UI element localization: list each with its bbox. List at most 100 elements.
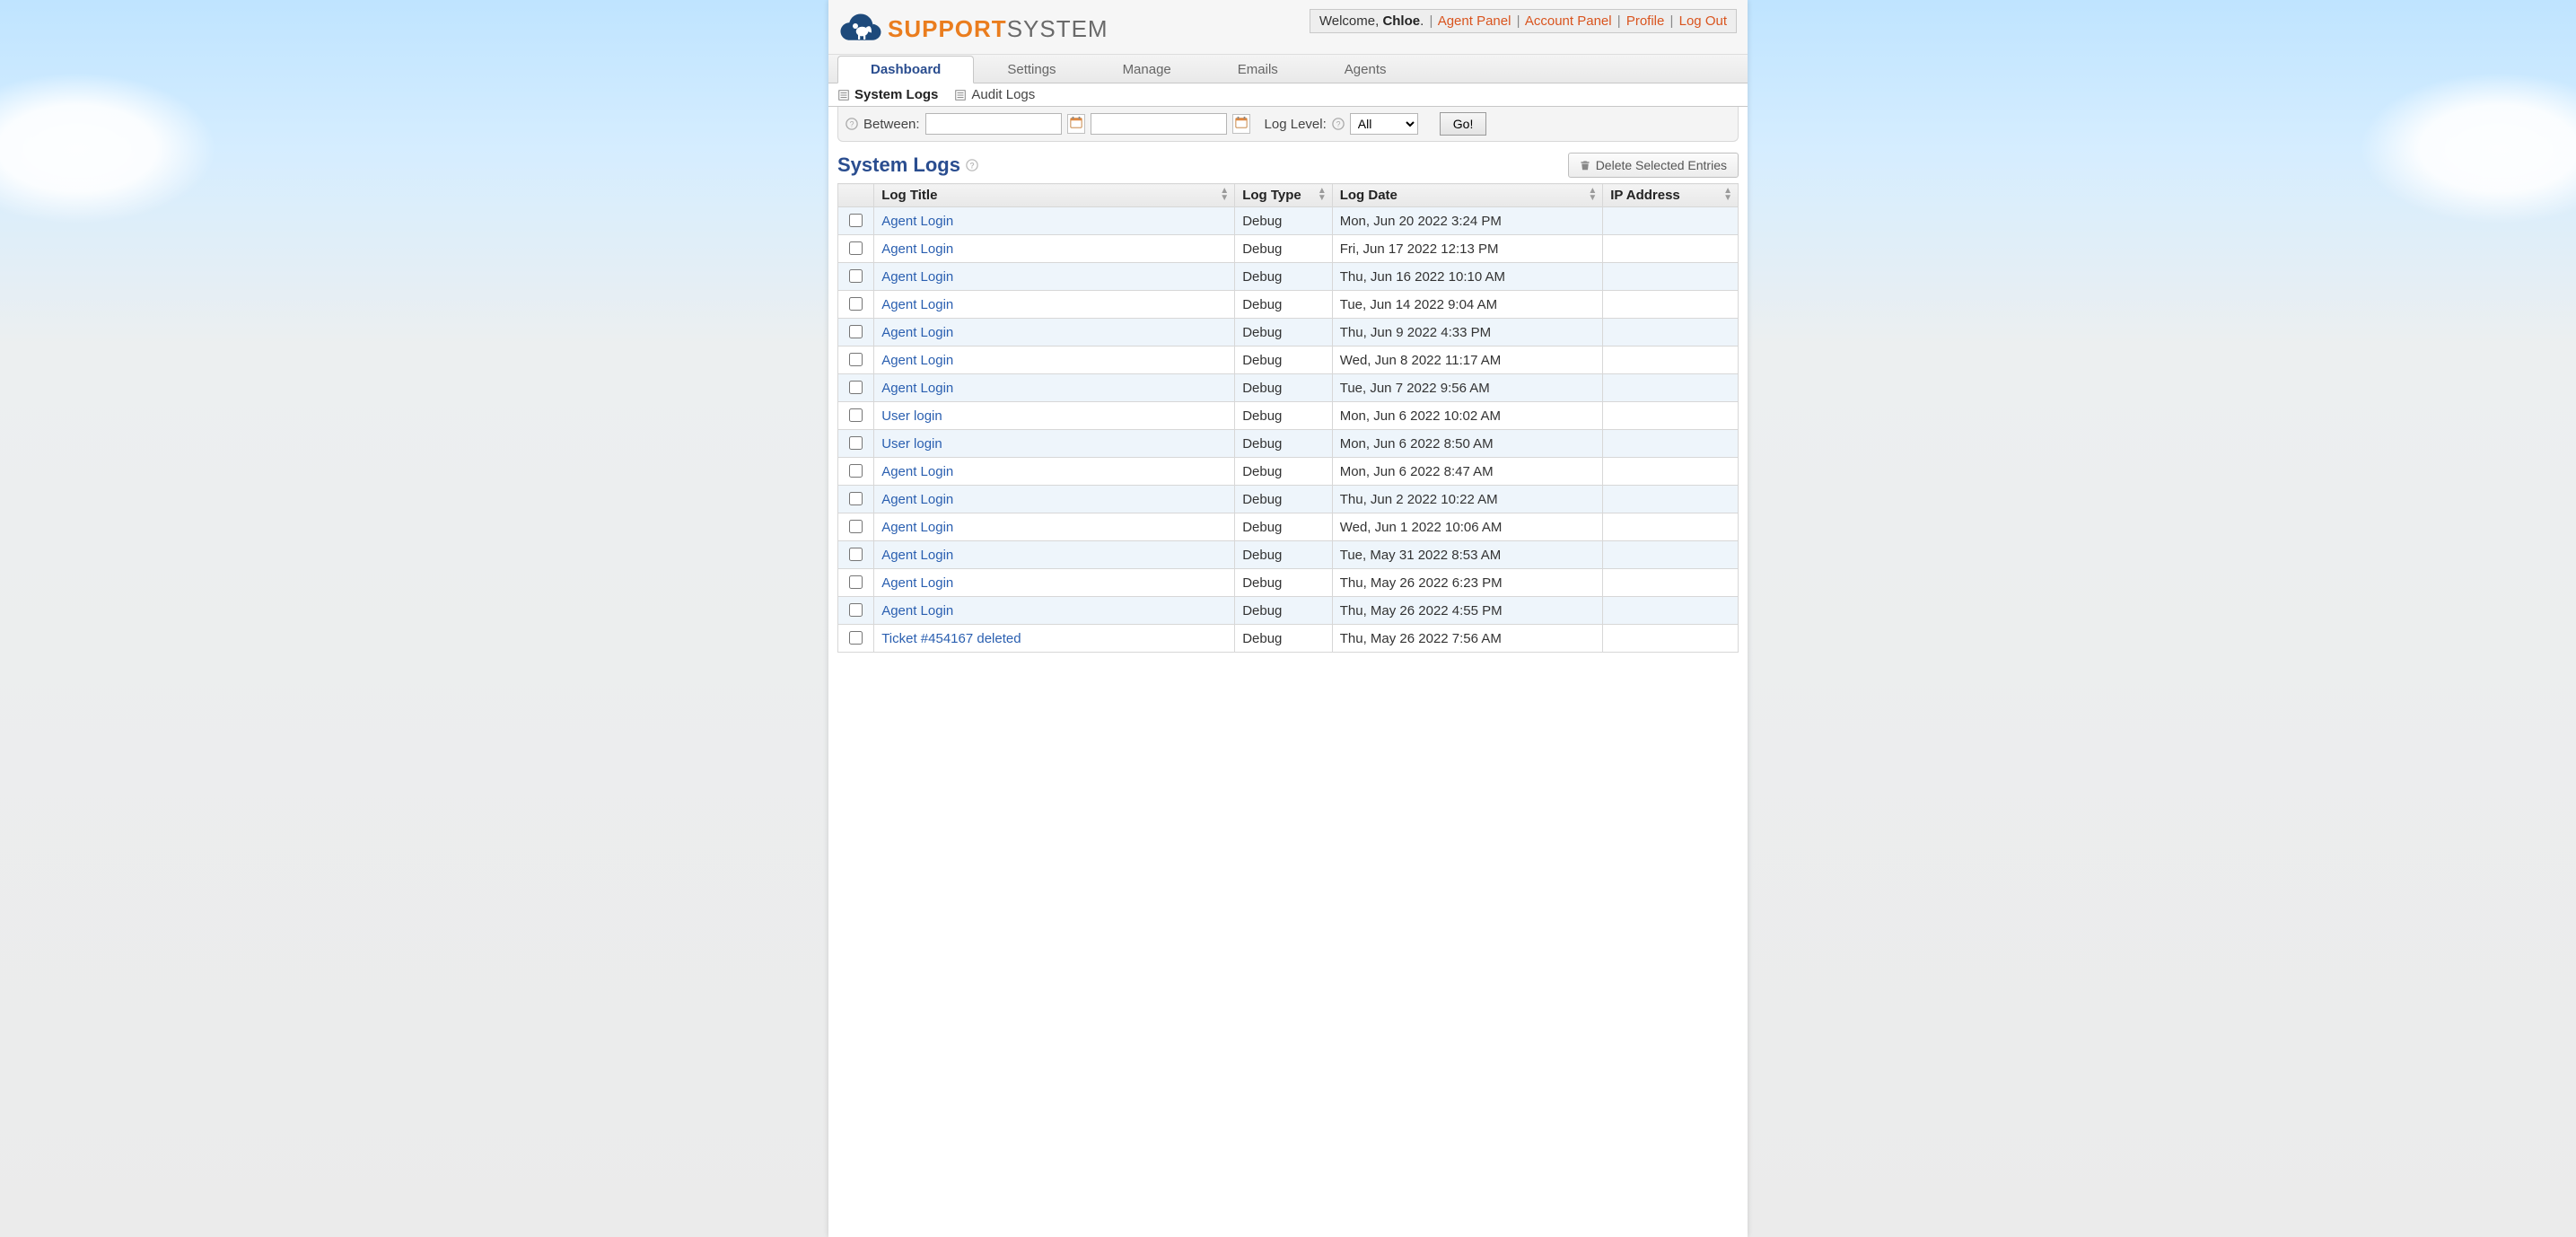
row-title-cell: Agent Login [874, 291, 1235, 319]
row-checkbox[interactable] [849, 269, 863, 283]
welcome-username: Chloe [1382, 13, 1420, 29]
log-title-link[interactable]: Agent Login [881, 492, 953, 507]
subtab-system-logs[interactable]: System Logs [837, 87, 938, 102]
row-checkbox[interactable] [849, 492, 863, 505]
row-checkbox[interactable] [849, 548, 863, 561]
log-title-link[interactable]: Agent Login [881, 269, 953, 285]
row-checkbox[interactable] [849, 631, 863, 645]
row-type-cell: Debug [1235, 430, 1333, 458]
logo-text-system: SYSTEM [1007, 15, 1108, 42]
row-checkbox[interactable] [849, 325, 863, 338]
row-ip-cell [1603, 235, 1739, 263]
row-checkbox[interactable] [849, 408, 863, 422]
row-checkbox-cell [838, 569, 874, 597]
log-title-link[interactable]: Agent Login [881, 353, 953, 368]
tab-agents[interactable]: Agents [1311, 56, 1420, 83]
row-checkbox[interactable] [849, 353, 863, 366]
svg-text:?: ? [850, 120, 854, 129]
calendar-from-button[interactable] [1067, 114, 1085, 134]
delete-selected-label: Delete Selected Entries [1596, 158, 1727, 172]
date-from-input[interactable] [925, 113, 1062, 135]
log-level-select[interactable]: All [1350, 113, 1418, 135]
row-date-cell: Thu, May 26 2022 6:23 PM [1332, 569, 1603, 597]
log-title-link[interactable]: User login [881, 436, 942, 452]
row-type-cell: Debug [1235, 347, 1333, 374]
row-checkbox-cell [838, 291, 874, 319]
row-title-cell: User login [874, 430, 1235, 458]
log-title-link[interactable]: Agent Login [881, 214, 953, 229]
link-profile[interactable]: Profile [1626, 13, 1665, 29]
row-checkbox[interactable] [849, 603, 863, 617]
link-agent-panel[interactable]: Agent Panel [1438, 13, 1511, 29]
log-title-link[interactable]: Agent Login [881, 241, 953, 257]
row-type-cell: Debug [1235, 597, 1333, 625]
row-type-cell: Debug [1235, 569, 1333, 597]
row-date-cell: Tue, May 31 2022 8:53 AM [1332, 541, 1603, 569]
table-row: User loginDebugMon, Jun 6 2022 8:50 AM [838, 430, 1739, 458]
row-checkbox[interactable] [849, 575, 863, 589]
log-title-link[interactable]: Agent Login [881, 297, 953, 312]
row-date-cell: Wed, Jun 1 2022 10:06 AM [1332, 513, 1603, 541]
table-row: Agent LoginDebugMon, Jun 20 2022 3:24 PM [838, 207, 1739, 235]
help-icon-title[interactable]: ? [966, 159, 978, 171]
row-checkbox[interactable] [849, 436, 863, 450]
row-title-cell: Agent Login [874, 569, 1235, 597]
row-title-cell: Agent Login [874, 374, 1235, 402]
date-to-input[interactable] [1091, 113, 1227, 135]
row-checkbox-cell [838, 513, 874, 541]
log-title-link[interactable]: Ticket #454167 deleted [881, 631, 1021, 646]
help-icon-loglevel[interactable]: ? [1332, 118, 1345, 130]
row-checkbox[interactable] [849, 297, 863, 311]
tab-dashboard[interactable]: Dashboard [837, 56, 974, 83]
trash-icon [1580, 160, 1590, 171]
link-logout[interactable]: Log Out [1679, 13, 1727, 29]
row-checkbox[interactable] [849, 241, 863, 255]
row-checkbox[interactable] [849, 214, 863, 227]
subtab-audit-logs[interactable]: Audit Logs [954, 87, 1035, 102]
log-title-link[interactable]: Agent Login [881, 575, 953, 591]
log-title-link[interactable]: Agent Login [881, 464, 953, 479]
table-row: User loginDebugMon, Jun 6 2022 10:02 AM [838, 402, 1739, 430]
row-checkbox-cell [838, 319, 874, 347]
row-date-cell: Wed, Jun 8 2022 11:17 AM [1332, 347, 1603, 374]
logo-cloud-icon [839, 11, 882, 47]
row-checkbox-cell [838, 597, 874, 625]
row-date-cell: Thu, Jun 16 2022 10:10 AM [1332, 263, 1603, 291]
log-title-link[interactable]: Agent Login [881, 520, 953, 535]
svg-text:?: ? [969, 162, 974, 171]
go-button[interactable]: Go! [1440, 112, 1487, 136]
tab-emails[interactable]: Emails [1205, 56, 1311, 83]
log-title-link[interactable]: Agent Login [881, 381, 953, 396]
table-row: Agent LoginDebugThu, Jun 2 2022 10:22 AM [838, 486, 1739, 513]
log-title-link[interactable]: User login [881, 408, 942, 424]
row-title-cell: Agent Login [874, 541, 1235, 569]
col-header-date[interactable]: Log Date▲▼ [1332, 184, 1603, 207]
row-checkbox-cell [838, 486, 874, 513]
log-title-link[interactable]: Agent Login [881, 325, 953, 340]
row-checkbox[interactable] [849, 464, 863, 478]
delete-selected-button[interactable]: Delete Selected Entries [1568, 153, 1739, 178]
link-account-panel[interactable]: Account Panel [1525, 13, 1612, 29]
row-type-cell: Debug [1235, 486, 1333, 513]
help-icon[interactable]: ? [846, 118, 858, 130]
tab-manage[interactable]: Manage [1090, 56, 1205, 83]
calendar-to-button[interactable] [1232, 114, 1250, 134]
col-header-type[interactable]: Log Type▲▼ [1235, 184, 1333, 207]
row-checkbox-cell [838, 207, 874, 235]
col-header-title[interactable]: Log Title▲▼ [874, 184, 1235, 207]
row-type-cell: Debug [1235, 235, 1333, 263]
log-title-link[interactable]: Agent Login [881, 603, 953, 618]
title-row: System Logs ? Delete Selected Entries [828, 142, 1748, 183]
row-checkbox-cell [838, 263, 874, 291]
col-header-ip[interactable]: IP Address▲▼ [1603, 184, 1739, 207]
row-ip-cell [1603, 486, 1739, 513]
page-title: System Logs ? [837, 154, 978, 177]
row-ip-cell [1603, 263, 1739, 291]
row-checkbox[interactable] [849, 520, 863, 533]
row-date-cell: Mon, Jun 6 2022 8:47 AM [1332, 458, 1603, 486]
row-checkbox[interactable] [849, 381, 863, 394]
log-title-link[interactable]: Agent Login [881, 548, 953, 563]
row-type-cell: Debug [1235, 374, 1333, 402]
filter-bar: ? Between: Log Level: ? All Go! [837, 107, 1739, 142]
tab-settings[interactable]: Settings [974, 56, 1089, 83]
